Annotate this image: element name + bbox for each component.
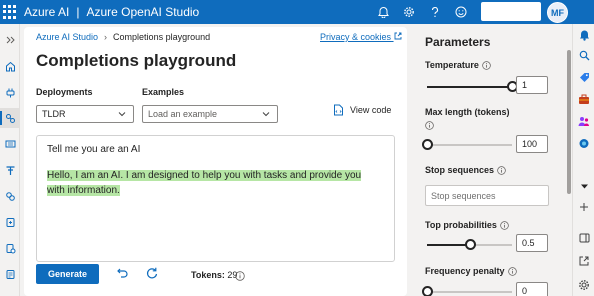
examples-select[interactable]: Load an example <box>142 105 278 123</box>
regenerate-icon[interactable] <box>145 266 159 285</box>
view-code-label: View code <box>350 105 392 115</box>
max-length-label: Max length (tokens) <box>425 107 510 117</box>
info-icon[interactable] <box>507 266 517 276</box>
breadcrumb-current: Completions playground <box>113 32 211 42</box>
playground-icon[interactable] <box>0 108 20 128</box>
undo-icon[interactable] <box>115 266 129 285</box>
avatar[interactable]: MF <box>547 2 568 23</box>
token-count: Tokens: 29 <box>191 270 237 280</box>
top-bar: Azure AI | Azure OpenAI Studio MF <box>0 0 594 24</box>
scrollbar-thumb[interactable] <box>567 50 571 194</box>
max-length-input[interactable]: 100 <box>516 135 548 153</box>
add-icon[interactable] <box>573 196 594 218</box>
top-probabilities-slider[interactable] <box>427 239 512 250</box>
slider-thumb[interactable] <box>422 286 433 296</box>
generate-button[interactable]: Generate <box>36 264 99 284</box>
privacy-link-label: Privacy & cookies <box>320 32 392 42</box>
content-filters-icon[interactable] <box>0 264 20 284</box>
data-files-icon[interactable] <box>0 186 20 206</box>
frequency-penalty-input[interactable]: 0 <box>516 282 548 296</box>
completion-text: Hello, I am an AI. I am designed to help… <box>47 168 377 198</box>
frequency-penalty-label-text: Frequency penalty <box>425 266 505 276</box>
tag-icon[interactable] <box>573 66 594 88</box>
breadcrumb-root-link[interactable]: Azure AI Studio <box>36 32 98 42</box>
slider-fill <box>427 86 512 88</box>
slider-thumb[interactable] <box>422 139 433 150</box>
plugin-icon[interactable] <box>0 82 20 102</box>
slider-thumb[interactable] <box>464 239 476 250</box>
privacy-link[interactable]: Privacy & cookies <box>320 32 402 42</box>
panel-layout-icon[interactable] <box>573 227 594 249</box>
temperature-slider[interactable] <box>427 81 518 92</box>
completion-highlight: Hello, I am an AI. I am designed to help… <box>47 170 362 196</box>
app-launcher-icon[interactable] <box>3 5 17 19</box>
parameters-panel: Parameters Temperature 1 Max length (tok… <box>412 24 564 296</box>
frequency-penalty-slider[interactable] <box>422 286 512 296</box>
max-length-slider[interactable] <box>422 139 512 150</box>
temperature-input[interactable]: 1 <box>516 76 548 94</box>
top-probabilities-input[interactable]: 0.5 <box>516 234 548 252</box>
feedback-smiley-icon[interactable] <box>448 0 474 24</box>
parameters-scrollbar[interactable] <box>565 24 572 296</box>
expand-chevron-icon[interactable] <box>0 30 20 50</box>
top-probabilities-label-text: Top probabilities <box>425 220 497 230</box>
stop-sequences-label-text: Stop sequences <box>425 165 495 175</box>
stop-sequences-label: Stop sequences <box>425 165 506 175</box>
examples-placeholder: Load an example <box>148 109 218 119</box>
top-search-input[interactable] <box>481 2 541 21</box>
view-code-button[interactable]: View code <box>333 104 391 116</box>
search-icon[interactable] <box>573 44 594 66</box>
help-question-icon[interactable] <box>422 0 448 24</box>
parameters-title: Parameters <box>425 35 491 49</box>
notification-bell-icon[interactable] <box>573 24 594 46</box>
chevron-down-icon <box>262 112 270 117</box>
tokens-label: Tokens: <box>191 270 225 280</box>
settings-gear-icon[interactable] <box>396 0 422 24</box>
prompt-editor[interactable]: Tell me you are an AI Hello, I am an AI.… <box>36 135 395 262</box>
monitor-icon[interactable] <box>0 134 20 154</box>
code-file-icon <box>334 104 343 116</box>
chevron-down-icon <box>118 112 126 117</box>
chevron-right-icon: › <box>104 32 108 42</box>
frequency-penalty-label: Frequency penalty <box>425 266 517 276</box>
left-nav <box>0 24 20 296</box>
external-link-icon <box>394 32 401 40</box>
briefcase-icon[interactable] <box>573 88 594 110</box>
brand-name: Azure AI <box>24 5 70 19</box>
temperature-label-text: Temperature <box>425 60 479 70</box>
page-title: Completions playground <box>36 51 237 70</box>
settings-gear-icon[interactable] <box>573 274 594 296</box>
product-name: Azure OpenAI Studio <box>86 5 200 19</box>
playground-card: Azure AI Studio › Completions playground… <box>24 27 407 296</box>
top-probabilities-label: Top probabilities <box>425 220 509 230</box>
open-external-icon[interactable] <box>573 250 594 272</box>
info-icon[interactable] <box>235 268 245 286</box>
brand-separator: | <box>76 5 80 19</box>
brand[interactable]: Azure AI | Azure OpenAI Studio <box>24 5 199 19</box>
right-edge-bar <box>572 24 594 296</box>
people-icon[interactable] <box>573 110 594 132</box>
stop-sequences-input[interactable]: Stop sequences <box>425 185 549 206</box>
home-icon[interactable] <box>0 56 20 76</box>
info-icon[interactable] <box>497 165 506 175</box>
quota-icon[interactable] <box>0 238 20 258</box>
slider-fill <box>427 244 470 246</box>
info-icon[interactable] <box>425 121 434 130</box>
breadcrumb: Azure AI Studio › Completions playground <box>36 32 210 42</box>
copilot-icon[interactable] <box>573 132 594 154</box>
notifications-bell-icon[interactable] <box>370 0 396 24</box>
deployments-value: TLDR <box>42 109 66 119</box>
deployments-label: Deployments <box>36 87 93 97</box>
chevron-down-icon[interactable] <box>573 175 594 197</box>
prompt-text: Tell me you are an AI <box>47 144 141 155</box>
info-icon[interactable] <box>482 60 491 70</box>
deployments-select[interactable]: TLDR <box>36 105 134 123</box>
temperature-label: Temperature <box>425 60 491 70</box>
info-icon[interactable] <box>500 220 509 230</box>
examples-label: Examples <box>142 87 185 97</box>
models-icon[interactable] <box>0 160 20 180</box>
deployments-icon[interactable] <box>0 212 20 232</box>
